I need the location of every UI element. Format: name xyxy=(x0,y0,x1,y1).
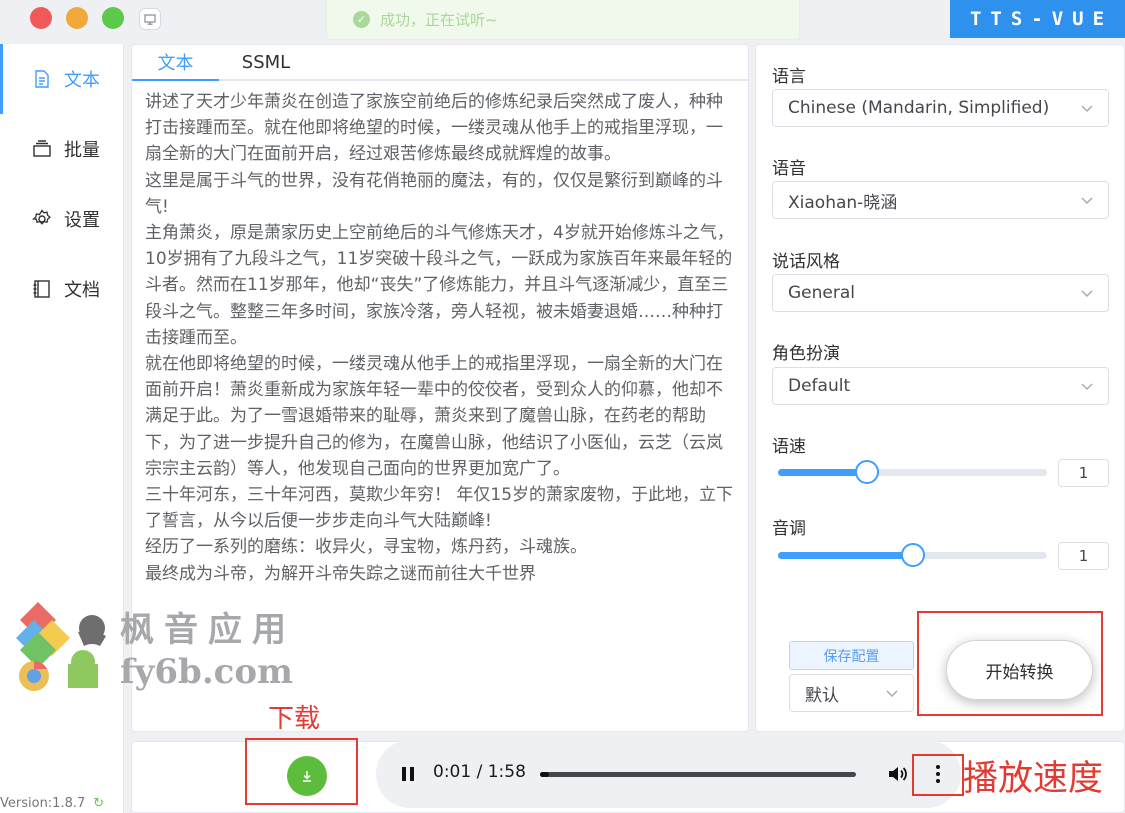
editor-tabs: 文本 SSML xyxy=(132,45,748,81)
role-select[interactable]: Default xyxy=(772,367,1109,405)
version-label: Version:1.8.7 xyxy=(0,796,86,811)
app-brand: TTS-VUE xyxy=(950,0,1125,38)
rate-label: 语速 xyxy=(772,437,806,457)
voice-value: Xiaohan-晓涵 xyxy=(788,192,898,213)
watermark-line2: fy6b.com xyxy=(120,652,294,692)
style-label: 说话风格 xyxy=(772,252,840,272)
check-circle-icon: ✓ xyxy=(353,11,370,28)
chevron-down-icon xyxy=(1081,383,1093,391)
monitor-icon xyxy=(144,13,156,25)
language-label: 语言 xyxy=(772,67,806,87)
sidebar-item-batch[interactable]: 批量 xyxy=(0,114,124,184)
pitch-slider-handle[interactable] xyxy=(900,543,925,567)
rate-slider-fill xyxy=(778,469,867,476)
style-select[interactable]: General xyxy=(772,274,1109,312)
volume-icon[interactable] xyxy=(886,762,910,786)
speed-menu-highlight xyxy=(912,754,964,796)
preset-select[interactable]: 默认 xyxy=(789,674,914,712)
pitch-slider-fill xyxy=(778,552,913,559)
chevron-down-icon xyxy=(886,690,898,698)
sidebar: 文本 批量 设置 文档 xyxy=(0,44,124,813)
download-annotation: 下载 xyxy=(268,704,321,734)
pitch-label: 音调 xyxy=(772,519,806,539)
start-button-highlight xyxy=(917,611,1103,716)
download-icon xyxy=(303,771,311,782)
sidebar-item-text[interactable]: 文本 xyxy=(0,44,124,114)
chevron-down-icon xyxy=(1081,197,1093,205)
stack-icon xyxy=(33,140,51,157)
sidebar-item-settings[interactable]: 设置 xyxy=(0,184,124,254)
refresh-icon[interactable]: ↻ xyxy=(93,796,104,811)
language-value: Chinese (Mandarin, Simplified) xyxy=(788,98,1050,118)
playback-time: 0:01 / 1:58 xyxy=(433,762,526,782)
close-window-button[interactable] xyxy=(30,7,52,29)
playback-progress-fill xyxy=(540,772,550,777)
pause-icon[interactable] xyxy=(399,765,417,783)
save-config-button[interactable]: 保存配置 xyxy=(789,641,914,670)
sidebar-item-label: 文本 xyxy=(64,70,100,91)
chevron-down-icon xyxy=(1081,105,1093,113)
minimize-window-button[interactable] xyxy=(66,7,88,29)
notebook-icon xyxy=(33,280,50,298)
role-value: Default xyxy=(788,376,851,396)
sidebar-item-label: 文档 xyxy=(64,280,100,301)
rate-slider[interactable] xyxy=(778,460,1047,484)
document-icon xyxy=(35,70,49,88)
voice-label: 语音 xyxy=(772,159,806,179)
language-select[interactable]: Chinese (Mandarin, Simplified) xyxy=(772,89,1109,127)
sidebar-item-label: 批量 xyxy=(64,140,100,161)
maximize-window-button[interactable] xyxy=(102,7,124,29)
rate-slider-handle[interactable] xyxy=(854,460,879,484)
watermark-line1: 枫音应用 xyxy=(120,610,296,650)
pin-window-button[interactable] xyxy=(139,8,161,30)
pitch-input[interactable]: 1 xyxy=(1058,542,1109,570)
gear-icon xyxy=(32,209,51,225)
voice-select[interactable]: Xiaohan-晓涵 xyxy=(772,181,1109,219)
chevron-down-icon xyxy=(1081,290,1093,298)
preset-value: 默认 xyxy=(805,685,839,706)
role-label: 角色扮演 xyxy=(772,344,840,364)
watermark-logo-icon xyxy=(16,602,106,691)
pitch-slider[interactable] xyxy=(778,543,1047,567)
rate-input[interactable]: 1 xyxy=(1058,459,1109,487)
success-toast: ✓ 成功，正在试听~ xyxy=(326,0,800,40)
playback-progress[interactable] xyxy=(540,772,856,777)
style-value: General xyxy=(788,283,855,303)
speed-annotation: 播放速度 xyxy=(963,759,1104,799)
version-info: Version:1.8.7 ↻ xyxy=(0,796,104,811)
sidebar-item-docs[interactable]: 文档 xyxy=(0,254,124,324)
tab-text[interactable]: 文本 xyxy=(132,45,219,81)
toast-message: 成功，正在试听~ xyxy=(380,11,498,29)
watermark: 枫音应用 fy6b.com xyxy=(16,600,296,696)
sidebar-item-label: 设置 xyxy=(64,210,100,231)
download-button[interactable] xyxy=(287,756,327,796)
tab-ssml[interactable]: SSML xyxy=(230,45,302,79)
audio-player: 0:01 / 1:58 xyxy=(376,740,961,808)
